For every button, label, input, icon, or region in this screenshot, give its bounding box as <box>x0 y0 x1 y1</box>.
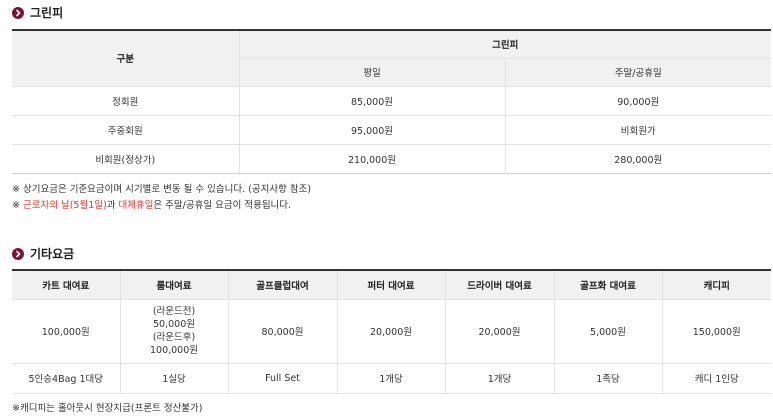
otherfee-section-title: 기타요금 <box>12 245 74 262</box>
caddie-unit: 캐디 1인당 <box>661 363 771 394</box>
table-row: 비회원(정상가) 210,000원 280,000원 <box>12 144 772 174</box>
room-price: (라운드전) 50,000원 (라운드후) 100,000원 <box>119 299 228 364</box>
caddie-fee-header: 캐디피 <box>661 270 771 300</box>
category-header: 구분 <box>12 30 239 87</box>
weekday-price: 210,000원 <box>238 144 505 174</box>
club-price: 80,000원 <box>227 299 337 364</box>
shoes-unit: 1족당 <box>553 363 662 394</box>
header-row: 카트 대여료 룸대여료 골프클럽대여 퍼터 대여료 드라이버 대여료 골프화 대… <box>12 270 771 300</box>
club-rental-header: 골프클럽대여 <box>227 270 337 300</box>
circle-arrow-icon <box>12 6 24 19</box>
driver-fee-header: 드라이버 대여료 <box>444 270 554 300</box>
cart-unit: 5인승4Bag 1대당 <box>12 363 120 394</box>
note-mid: 과 <box>106 200 119 211</box>
weekend-price: 비회원가 <box>504 115 772 145</box>
otherfee-title: 기타요금 <box>30 247 75 261</box>
club-unit: Full Set <box>227 363 337 394</box>
room-fee-header: 룸대여료 <box>119 270 228 300</box>
weekday-price: 95,000원 <box>238 115 505 145</box>
greenfee-note-1: ※ 상기요금은 기준요금이며 시기별로 변동 될 수 있습니다. (공지사항 참… <box>12 184 312 195</box>
room-after-label: (라운드후) <box>152 332 196 343</box>
table-row: 주중회원 95,000원 비회원가 <box>12 115 772 145</box>
weekday-header: 평일 <box>238 58 505 87</box>
weekend-price: 90,000원 <box>504 86 772 116</box>
caddie-price: 150,000원 <box>661 299 771 364</box>
table-row: 정회원 85,000원 90,000원 <box>12 86 772 116</box>
room-before-label: (라운드전) <box>152 306 196 317</box>
greenfee-title: 그린피 <box>30 6 64 20</box>
driver-price: 20,000원 <box>444 299 554 364</box>
note-suffix: 은 주말/공휴일 요금이 적용됩니다. <box>153 200 292 211</box>
room-before-price: 50,000원 <box>153 319 195 330</box>
row-label: 주중회원 <box>12 115 239 145</box>
driver-unit: 1개당 <box>444 363 554 394</box>
shoes-fee-header: 골프화 대여료 <box>553 270 662 300</box>
putter-unit: 1개당 <box>336 363 445 394</box>
price-row: 100,000원 (라운드전) 50,000원 (라운드후) 100,000원 … <box>12 299 771 364</box>
row-label: 비회원(정상가) <box>12 144 239 174</box>
circle-arrow-icon <box>12 247 24 260</box>
cart-fee-header: 카트 대여료 <box>12 270 120 300</box>
greenfee-section-title: 그린피 <box>12 4 63 21</box>
weekday-price: 85,000원 <box>238 86 505 116</box>
row-label: 정회원 <box>12 86 239 116</box>
room-unit: 1실당 <box>119 363 228 394</box>
room-after-price: 100,000원 <box>149 345 199 356</box>
labor-day-highlight: 근로자의 날(5월1일) <box>22 200 107 211</box>
weekend-price: 280,000원 <box>504 144 772 174</box>
greenfee-note-2: ※ 근로자의 날(5월1일)과 대체휴일은 주말/공휴일 요금이 적용됩니다. <box>12 197 291 211</box>
putter-fee-header: 퍼터 대여료 <box>336 270 445 300</box>
weekend-header: 주말/공휴일 <box>504 58 772 87</box>
substitute-holiday-highlight: 대체휴일 <box>118 200 154 211</box>
greenfee-table: 구분 그린피 평일 주말/공휴일 정회원 85,000원 90,000원 주중회… <box>12 29 772 174</box>
shoes-price: 5,000원 <box>553 299 662 364</box>
otherfee-table: 카트 대여료 룸대여료 골프클럽대여 퍼터 대여료 드라이버 대여료 골프화 대… <box>12 269 771 394</box>
caddie-note: ※캐디피는 홀아웃시 현장지급(프론트 정산불가) <box>12 403 203 414</box>
unit-row: 5인승4Bag 1대당 1실당 Full Set 1개당 1개당 1족당 캐디 … <box>12 363 771 394</box>
note-prefix: ※ <box>12 200 23 211</box>
cart-price: 100,000원 <box>12 299 120 364</box>
greenfee-group-header: 그린피 <box>238 30 772 59</box>
putter-price: 20,000원 <box>336 299 445 364</box>
